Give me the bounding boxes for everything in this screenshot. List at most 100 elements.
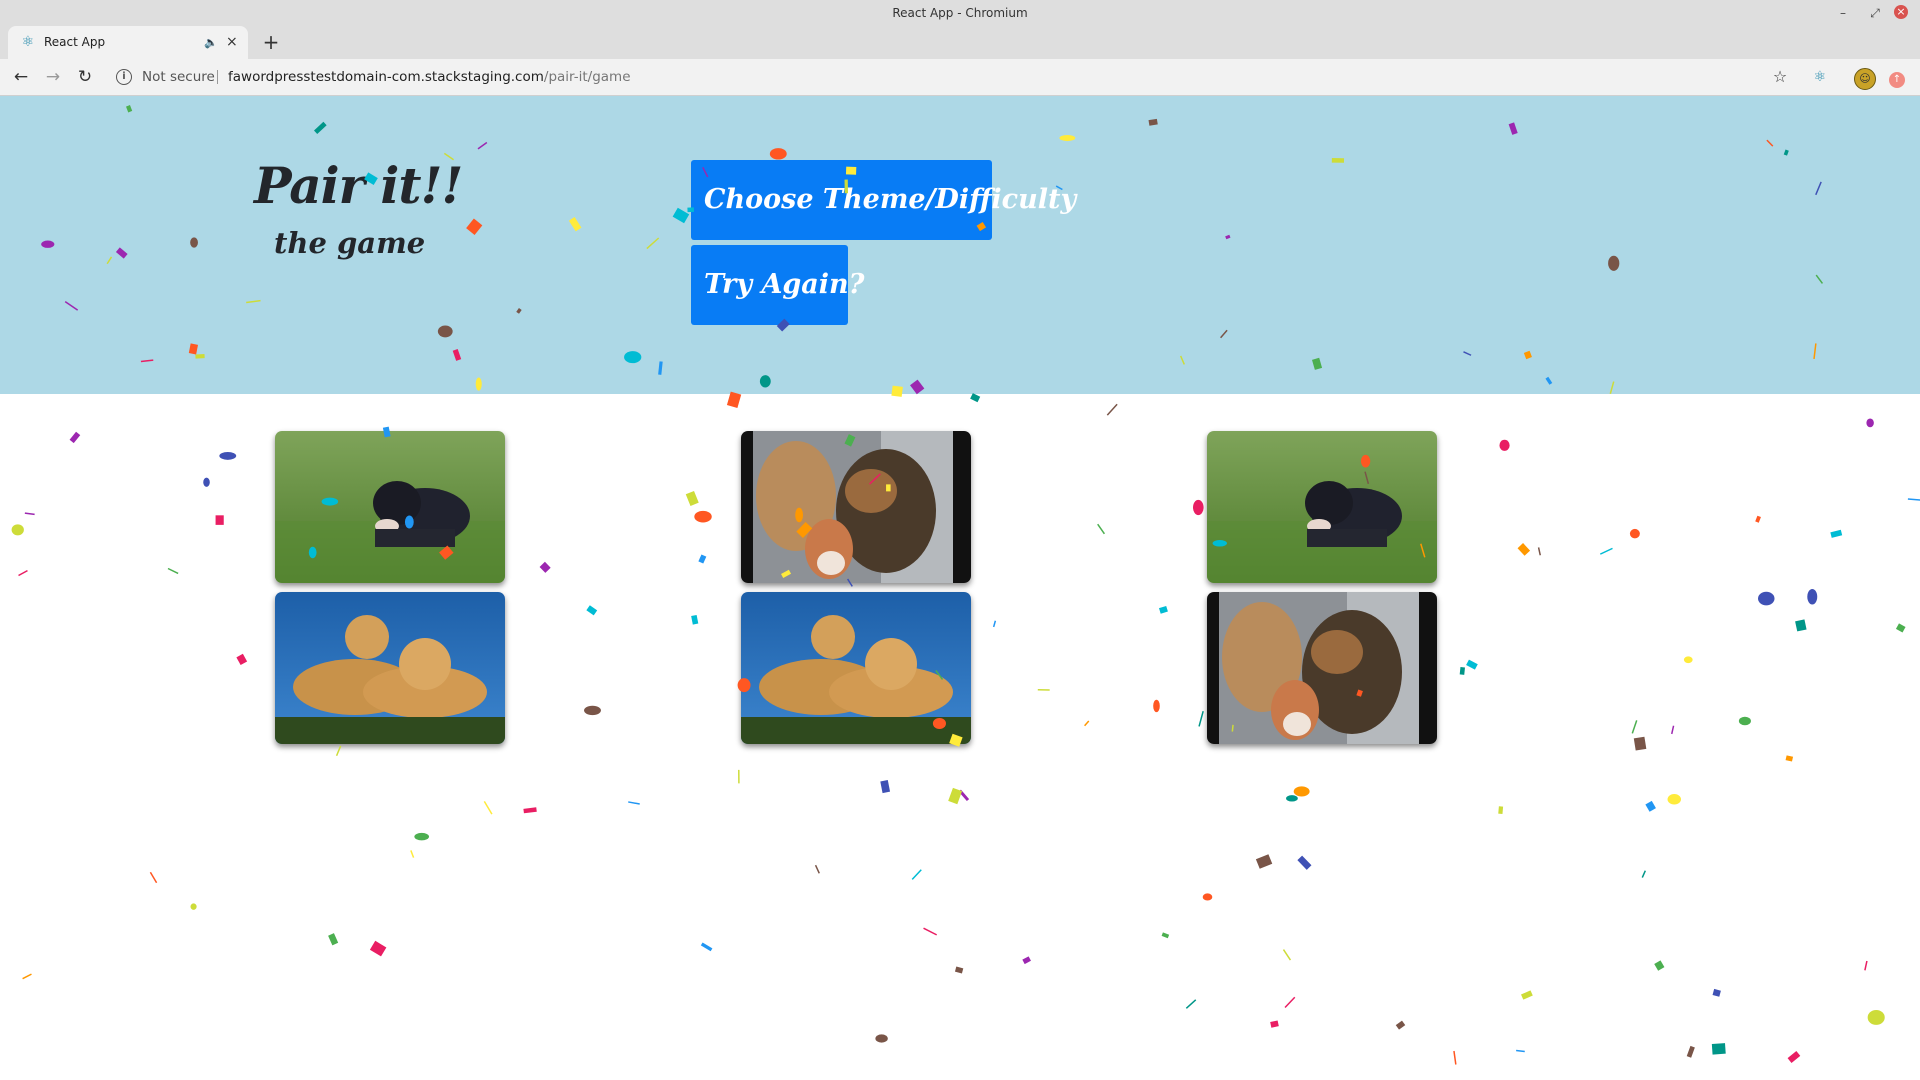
confetti-piece [1907, 498, 1920, 501]
confetti-piece [1286, 795, 1298, 802]
confetti-piece [1084, 720, 1090, 727]
tab-label: React App [44, 35, 106, 49]
game-subtitle: the game [274, 226, 426, 260]
confetti-piece [1599, 547, 1613, 555]
confetti-piece [698, 554, 707, 564]
confetti-piece [1785, 755, 1794, 762]
confetti-piece [1153, 699, 1160, 713]
confetti-piece [18, 569, 28, 577]
close-window-icon[interactable]: × [1894, 5, 1908, 19]
confetti-piece [539, 561, 551, 573]
confetti-piece [1645, 800, 1656, 812]
url-host: fawordpresstestdomain-com.stackstaging.c… [228, 69, 544, 85]
confetti-piece [1758, 591, 1775, 606]
update-icon[interactable]: ↑ [1885, 65, 1909, 89]
confetti-piece [875, 1034, 888, 1043]
confetti-piece [1022, 956, 1031, 965]
confetti-piece [167, 567, 179, 575]
confetti-piece [1830, 529, 1843, 538]
navigation-bar: ← → ↻ i Not secure fawordpresstestdomain… [0, 59, 1920, 96]
memory-card[interactable] [275, 592, 505, 744]
confetti-piece [203, 477, 210, 487]
confetti-piece [1161, 932, 1170, 939]
confetti-piece [1282, 949, 1292, 961]
confetti-piece [236, 653, 248, 666]
profile-avatar-icon[interactable]: ☺ [1853, 65, 1877, 90]
confetti-piece [1895, 623, 1906, 633]
confetti-piece [1795, 619, 1807, 632]
memory-card[interactable] [741, 592, 971, 744]
confetti-piece [1466, 659, 1478, 670]
confetti-piece [1654, 960, 1665, 971]
header-banner: Pair it!! the game Choose Theme/Difficul… [0, 96, 1920, 394]
browser-tab[interactable]: ⚛ React App 🔈 × [8, 26, 248, 59]
divider [217, 70, 218, 84]
confetti-piece [691, 614, 699, 625]
confetti-piece [923, 927, 938, 936]
confetti-piece [1537, 547, 1541, 556]
confetti-piece [685, 490, 699, 507]
confetti-piece [1185, 999, 1197, 1009]
window-title: React App - Chromium [892, 6, 1028, 20]
memory-card[interactable] [1207, 431, 1437, 583]
confetti-piece [1284, 996, 1296, 1009]
confetti-piece [1755, 515, 1761, 523]
new-tab-button[interactable]: + [260, 26, 282, 59]
confetti-piece [1787, 1051, 1801, 1064]
confetti-piece [1395, 1020, 1406, 1030]
confetti-piece [1866, 418, 1874, 428]
address-bar[interactable]: i Not secure fawordpresstestdomain-com.s… [110, 63, 1790, 91]
confetti-piece [1270, 1020, 1279, 1028]
confetti-piece [1202, 893, 1213, 901]
confetti-piece [1516, 1049, 1525, 1053]
confetti-piece [1255, 854, 1273, 869]
german-shepherds-image [741, 431, 971, 583]
confetti-piece [584, 705, 601, 716]
confetti-piece [1499, 439, 1510, 451]
confetti-piece [1738, 716, 1751, 726]
speaker-icon[interactable]: 🔈 [204, 26, 218, 59]
confetti-piece [1521, 990, 1533, 1000]
url-path: /pair-it/game [543, 69, 631, 85]
confetti-piece [190, 903, 197, 910]
back-arrow-icon[interactable]: ← [9, 65, 33, 89]
golden-retrievers-image [741, 592, 971, 744]
confetti-piece [1711, 1043, 1726, 1055]
confetti-piece [948, 787, 963, 805]
choose-theme-button[interactable]: Choose Theme/Difficulty [691, 160, 1076, 240]
memory-card[interactable] [275, 431, 505, 583]
confetti-piece [1498, 806, 1504, 814]
maximize-icon[interactable]: ⤢ [1866, 4, 1884, 22]
confetti-piece [1453, 1050, 1457, 1065]
black-lab-puppy-image [1207, 431, 1437, 583]
confetti-piece [1158, 605, 1168, 614]
security-status[interactable]: Not secure [142, 63, 215, 91]
confetti-piece [1670, 725, 1675, 735]
confetti-piece [1712, 988, 1721, 997]
confetti-piece [880, 780, 891, 794]
tab-strip: ⚛ React App 🔈 × + [0, 26, 1920, 59]
confetti-piece [992, 620, 997, 628]
confetti-piece [814, 864, 820, 874]
star-icon[interactable]: ☆ [1768, 65, 1792, 89]
info-icon[interactable]: i [116, 69, 132, 85]
game-title: Pair it!! [254, 156, 463, 215]
minimize-icon[interactable]: – [1834, 4, 1852, 22]
react-devtools-icon[interactable]: ⚛ [1808, 65, 1832, 89]
memory-card[interactable] [741, 431, 971, 583]
try-again-button[interactable]: Try Again? [691, 245, 864, 325]
confetti-piece [1667, 794, 1682, 805]
confetti-piece [149, 871, 158, 884]
confetti-piece [1097, 523, 1106, 535]
confetti-piece [11, 524, 24, 536]
url-text[interactable]: fawordpresstestdomain-com.stackstaging.c… [228, 63, 631, 91]
reload-icon[interactable]: ↻ [73, 65, 97, 89]
confetti-piece [69, 431, 81, 444]
confetti-piece [1807, 588, 1818, 605]
confetti-piece [1631, 720, 1638, 734]
memory-card[interactable] [1207, 592, 1437, 744]
close-tab-icon[interactable]: × [226, 26, 238, 59]
confetti-piece [958, 789, 970, 802]
forward-arrow-icon[interactable]: → [41, 65, 65, 89]
confetti-piece [24, 512, 35, 516]
